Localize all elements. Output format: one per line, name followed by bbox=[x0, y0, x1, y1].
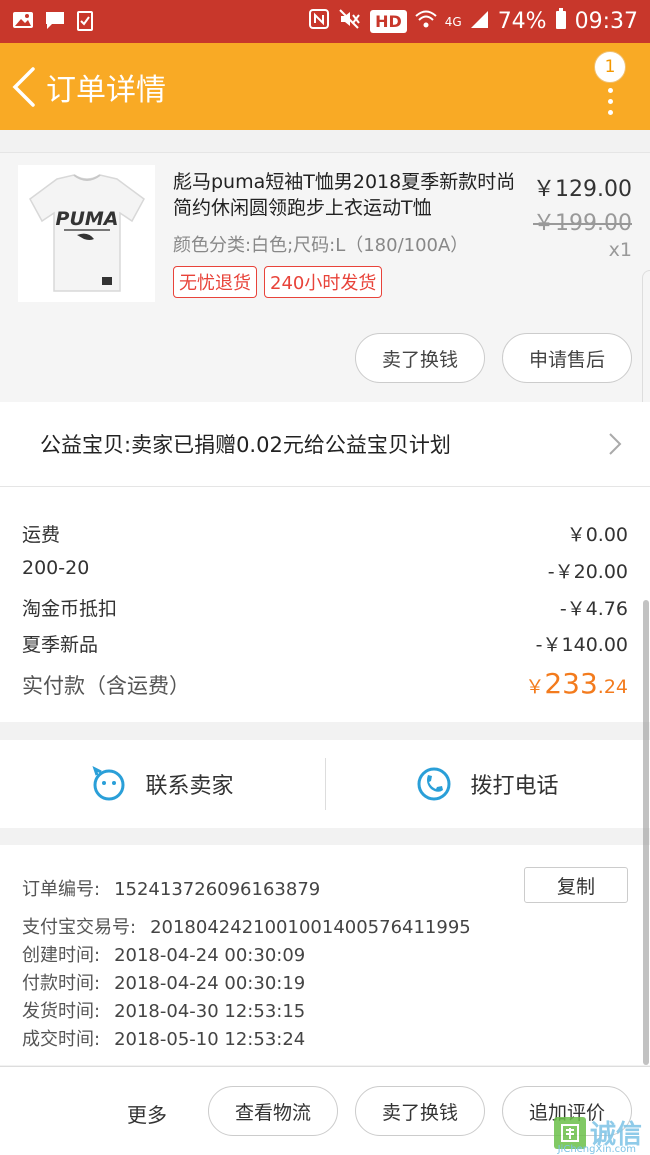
phone-icon bbox=[417, 767, 451, 801]
fee-row-total: 实付款（含运费） ￥233.24 bbox=[22, 667, 628, 700]
product-image[interactable]: PUMA bbox=[18, 165, 155, 302]
info-label: 支付宝交易号: bbox=[22, 917, 137, 938]
created-time-row: 创建时间: 2018-04-24 00:30:09 bbox=[22, 941, 305, 967]
chevron-right-icon bbox=[609, 433, 622, 455]
message-icon bbox=[44, 10, 66, 33]
fee-label: 淘金币抵扣 bbox=[22, 598, 118, 620]
contact-bar: 联系卖家 拨打电话 bbox=[0, 740, 650, 828]
hd-icon: HD bbox=[370, 10, 407, 33]
fee-label: 200-20 bbox=[22, 557, 90, 579]
charity-row[interactable]: 公益宝贝:卖家已捐赠0.02元给公益宝贝计划 bbox=[0, 402, 650, 487]
total-integer: 233 bbox=[544, 667, 598, 700]
shipped-time-row: 发货时间: 2018-04-30 12:53:15 bbox=[22, 997, 305, 1023]
created-time: 2018-04-24 00:30:09 bbox=[114, 945, 306, 966]
gallery-icon bbox=[12, 10, 34, 33]
paid-time-row: 付款时间: 2018-04-24 00:30:19 bbox=[22, 969, 305, 995]
bottom-action-bar: 更多 查看物流 卖了换钱 追加评价 bbox=[0, 1066, 650, 1155]
info-label: 订单编号: bbox=[22, 879, 101, 900]
more-vertical-icon bbox=[607, 88, 613, 115]
page-title: 订单详情 bbox=[46, 72, 166, 108]
more-menu-button[interactable]: 1 bbox=[590, 51, 630, 121]
fee-row-coins: 淘金币抵扣 -￥4.76 bbox=[22, 594, 628, 621]
fee-row-coupon: 200-20 -￥20.00 bbox=[22, 557, 628, 584]
fee-row-promo: 夏季新品 -￥140.00 bbox=[22, 630, 628, 657]
signal-icon bbox=[470, 9, 490, 35]
clock: 09:37 bbox=[574, 9, 638, 34]
order-info: 订单编号: 152413726096163879 复制 支付宝交易号: 201804… bbox=[0, 845, 650, 1065]
tag-free-return: 无忧退货 bbox=[173, 266, 257, 298]
nfc-icon bbox=[308, 8, 330, 36]
contact-seller-label: 联系卖家 bbox=[145, 774, 234, 799]
fee-label: 运费 bbox=[22, 524, 61, 546]
product-price: ￥129.00 bbox=[533, 177, 632, 202]
mute-icon bbox=[338, 8, 362, 36]
shipped-time: 2018-04-30 12:53:15 bbox=[114, 1001, 306, 1022]
total-label: 实付款（含运费） bbox=[22, 674, 190, 698]
product-quantity: x1 bbox=[608, 239, 632, 261]
chat-smile-icon bbox=[92, 766, 125, 801]
total-decimal: .24 bbox=[597, 676, 628, 698]
back-button[interactable] bbox=[2, 43, 46, 130]
total-currency: ￥ bbox=[525, 676, 545, 698]
info-label: 付款时间: bbox=[22, 973, 101, 994]
fee-row-shipping: 运费 ￥0.00 bbox=[22, 520, 628, 547]
chevron-left-icon bbox=[12, 66, 35, 107]
scrollbar[interactable] bbox=[643, 600, 649, 1065]
fee-value: ￥0.00 bbox=[566, 524, 628, 546]
completed-time: 2018-05-10 12:53:24 bbox=[114, 1029, 306, 1050]
notification-badge: 1 bbox=[594, 51, 626, 83]
charity-text: 公益宝贝:卖家已捐赠0.02元给公益宝贝计划 bbox=[40, 433, 451, 457]
fee-label: 夏季新品 bbox=[22, 634, 99, 656]
paid-time: 2018-04-24 00:30:19 bbox=[114, 973, 306, 994]
app-header: 订单详情 1 bbox=[0, 43, 650, 130]
watermark-subtext: JiChengXin.com bbox=[557, 1144, 636, 1155]
contact-seller-button[interactable]: 联系卖家 bbox=[0, 740, 325, 828]
divider bbox=[325, 758, 326, 810]
after-sale-button[interactable]: 申请售后 bbox=[502, 333, 632, 383]
info-label: 创建时间: bbox=[22, 945, 101, 966]
view-logistics-button[interactable]: 查看物流 bbox=[208, 1086, 338, 1136]
fee-summary: 运费 ￥0.00 200-20 -￥20.00 淘金币抵扣 -￥4.76 夏季新… bbox=[0, 487, 650, 722]
more-actions-button[interactable]: 更多 bbox=[127, 1099, 167, 1128]
info-label: 成交时间: bbox=[22, 1029, 101, 1050]
order-number-row: 订单编号: 152413726096163879 bbox=[22, 875, 320, 901]
alipay-number: 2018042421001001400576411995 bbox=[150, 917, 471, 938]
battery-icon bbox=[555, 7, 567, 36]
puma-logo-text: PUMA bbox=[55, 208, 118, 230]
product-spec: 颜色分类:白色;尺码:L（180/100A） bbox=[173, 235, 469, 256]
fee-value: -￥140.00 bbox=[535, 634, 628, 656]
product-card: PUMA 彪马puma短袖T恤男2018夏季新款时尚简约休闲圆领跑步上衣运动T恤… bbox=[0, 152, 650, 402]
wifi-icon bbox=[415, 9, 437, 35]
network-type: 4G bbox=[444, 14, 462, 29]
copy-button[interactable]: 复制 bbox=[524, 867, 628, 903]
call-phone-label: 拨打电话 bbox=[470, 774, 559, 799]
status-bar: HD 4G 74% 09:37 bbox=[0, 0, 650, 43]
total-amount: ￥233.24 bbox=[525, 667, 628, 700]
alipay-number-row: 支付宝交易号: 2018042421001001400576411995 bbox=[22, 913, 471, 939]
product-original-price: ￥199.00 bbox=[533, 211, 632, 236]
info-label: 发货时间: bbox=[22, 1001, 101, 1022]
fee-value: -￥20.00 bbox=[547, 561, 628, 583]
fee-value: -￥4.76 bbox=[559, 598, 628, 620]
tag-shipping-time: 240小时发货 bbox=[264, 266, 383, 298]
completed-time-row: 成交时间: 2018-05-10 12:53:24 bbox=[22, 1025, 305, 1051]
sell-for-cash-button-bottom[interactable]: 卖了换钱 bbox=[355, 1086, 485, 1136]
order-number: 152413726096163879 bbox=[114, 879, 321, 900]
service-tags: 无忧退货 240小时发货 bbox=[173, 266, 383, 298]
sell-for-cash-button[interactable]: 卖了换钱 bbox=[355, 333, 485, 383]
product-name[interactable]: 彪马puma短袖T恤男2018夏季新款时尚简约休闲圆领跑步上衣运动T恤 bbox=[173, 169, 523, 221]
task-icon bbox=[76, 9, 94, 34]
battery-percent: 74% bbox=[497, 9, 547, 34]
call-phone-button[interactable]: 拨打电话 bbox=[325, 740, 650, 828]
